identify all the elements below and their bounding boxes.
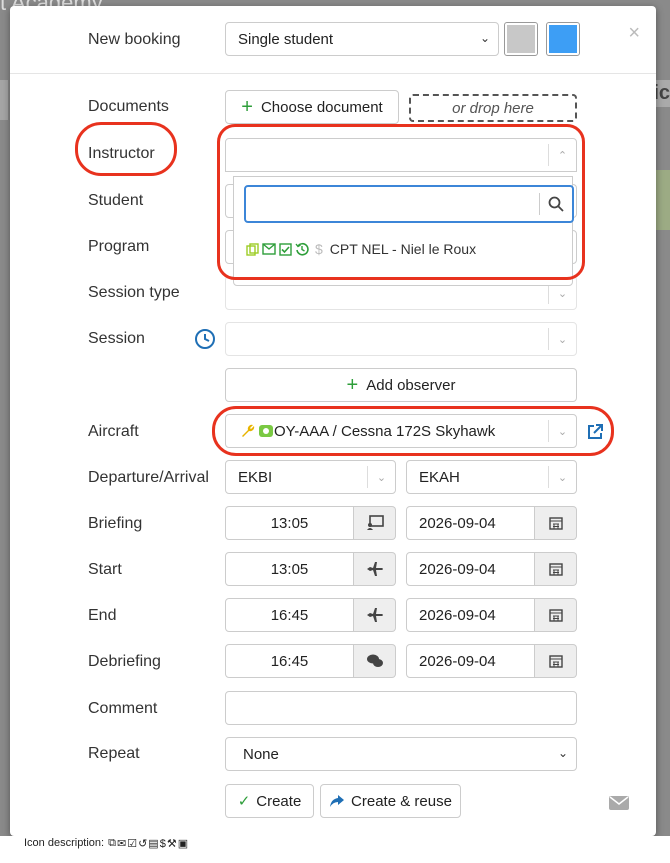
annotation-ring-aircraft [212, 406, 614, 456]
create-button[interactable]: ✓ Create [225, 784, 314, 818]
plane-icon [366, 562, 383, 576]
repeat-label: Repeat [88, 745, 140, 762]
arrival-select[interactable]: EKAH ⌄ [406, 460, 577, 494]
start-time-addon[interactable] [354, 552, 396, 586]
create-reuse-button[interactable]: Create & reuse [320, 784, 461, 818]
create-reuse-label: Create & reuse [351, 792, 452, 810]
envelope-icon[interactable] [609, 796, 629, 810]
check-icon: ✓ [237, 793, 251, 810]
session-select[interactable]: ⌄ [225, 322, 577, 356]
icon-description-bar: Icon description: ⧉ ✉ ☑ ↺ ▤ $ ⚒ ▣ [0, 836, 670, 863]
comment-label: Comment [88, 700, 158, 717]
end-time-input[interactable]: 16:45 [225, 598, 354, 632]
add-observer-label: Add observer [366, 376, 456, 394]
briefing-date-input[interactable]: 2026-09-04 [406, 506, 535, 540]
drop-zone[interactable]: or drop here [409, 94, 577, 122]
color-swatch-blue [549, 25, 577, 53]
departure-arrival-label: Departure/Arrival [88, 469, 209, 486]
end-label: End [88, 607, 117, 624]
calendar-icon [548, 609, 563, 622]
departure-select[interactable]: EKBI ⌄ [225, 460, 396, 494]
end-time-addon[interactable] [354, 598, 396, 632]
end-date-input[interactable]: 2026-09-04 [406, 598, 535, 632]
debriefing-label: Debriefing [88, 653, 161, 670]
chevron-down-icon: ⌄ [548, 466, 576, 488]
plus-icon: + [346, 373, 359, 396]
background-left-strip [0, 80, 8, 120]
session-type-label: Session type [88, 284, 180, 301]
share-arrow-icon [330, 795, 345, 807]
envelope-icon: ✉ [116, 838, 127, 850]
briefing-calendar-button[interactable] [535, 506, 577, 540]
comments-icon [366, 654, 383, 667]
close-icon[interactable]: × [628, 22, 640, 45]
background-calendar-strip [656, 170, 670, 230]
documents-label: Documents [88, 98, 169, 115]
chevron-down-icon: ⌄ [557, 746, 568, 760]
briefing-label: Briefing [88, 515, 143, 532]
color-picker-gray[interactable] [504, 22, 538, 56]
start-label: Start [88, 561, 122, 578]
end-calendar-button[interactable] [535, 598, 577, 632]
briefing-time-addon[interactable] [354, 506, 396, 540]
chevron-down-icon: ⌄ [367, 466, 395, 488]
presentation-icon: ▤ [148, 838, 159, 850]
departure-value: EKBI [238, 468, 273, 486]
debriefing-date-input[interactable]: 2026-09-04 [406, 644, 535, 678]
student-label: Student [88, 192, 144, 209]
debriefing-time-input[interactable]: 16:45 [225, 644, 354, 678]
color-picker-blue[interactable] [546, 22, 580, 56]
create-label: Create [256, 792, 302, 810]
annotation-ring-instructor-label [75, 122, 177, 176]
drop-zone-label: or drop here [452, 99, 534, 117]
annotation-ring-instructor-dropdown [217, 124, 585, 280]
clock-icon[interactable] [194, 328, 216, 350]
add-observer-button[interactable]: + Add observer [225, 368, 577, 402]
repeat-value: None [243, 745, 279, 763]
plus-icon: + [241, 95, 253, 118]
chevron-down-icon: ⌄ [548, 328, 576, 350]
start-time-input[interactable]: 13:05 [225, 552, 354, 586]
session-label: Session [88, 330, 145, 347]
program-label: Program [88, 238, 150, 255]
debriefing-calendar-button[interactable] [535, 644, 577, 678]
dollar-icon: $ [159, 837, 166, 850]
history-icon: ↺ [138, 838, 148, 850]
start-calendar-button[interactable] [535, 552, 577, 586]
new-booking-label: New booking [88, 31, 181, 48]
debriefing-time-addon[interactable] [354, 644, 396, 678]
color-swatch-gray [507, 25, 535, 53]
start-date-input[interactable]: 2026-09-04 [406, 552, 535, 586]
calendar-icon [548, 517, 563, 530]
service-icon: ▣ [177, 838, 189, 850]
booking-type-select[interactable]: Single student ⌄ [225, 22, 499, 56]
aircraft-label: Aircraft [88, 423, 139, 440]
wrench-icon: ⚒ [166, 838, 177, 850]
icon-description-label: Icon description: [24, 837, 105, 849]
modal-header: New booking Single student ⌄ × [10, 6, 656, 74]
presentation-icon [366, 515, 384, 530]
calendar-icon [548, 563, 563, 576]
choose-document-label: Choose document [260, 98, 383, 116]
briefing-time-input[interactable]: 13:05 [225, 506, 354, 540]
copy-icon: ⧉ [108, 837, 116, 849]
chevron-down-icon: ⌄ [479, 31, 490, 45]
icon-legend: ⧉ ✉ ☑ ↺ ▤ $ ⚒ ▣ [108, 837, 188, 850]
comment-input[interactable] [225, 691, 577, 725]
repeat-select[interactable]: None ⌄ [225, 737, 577, 771]
arrival-value: EKAH [419, 468, 460, 486]
calendar-icon [548, 655, 563, 668]
booking-type-value: Single student [238, 30, 334, 48]
plane-icon [366, 608, 383, 622]
choose-document-button[interactable]: + Choose document [225, 90, 399, 124]
check-square-icon: ☑ [127, 838, 138, 850]
